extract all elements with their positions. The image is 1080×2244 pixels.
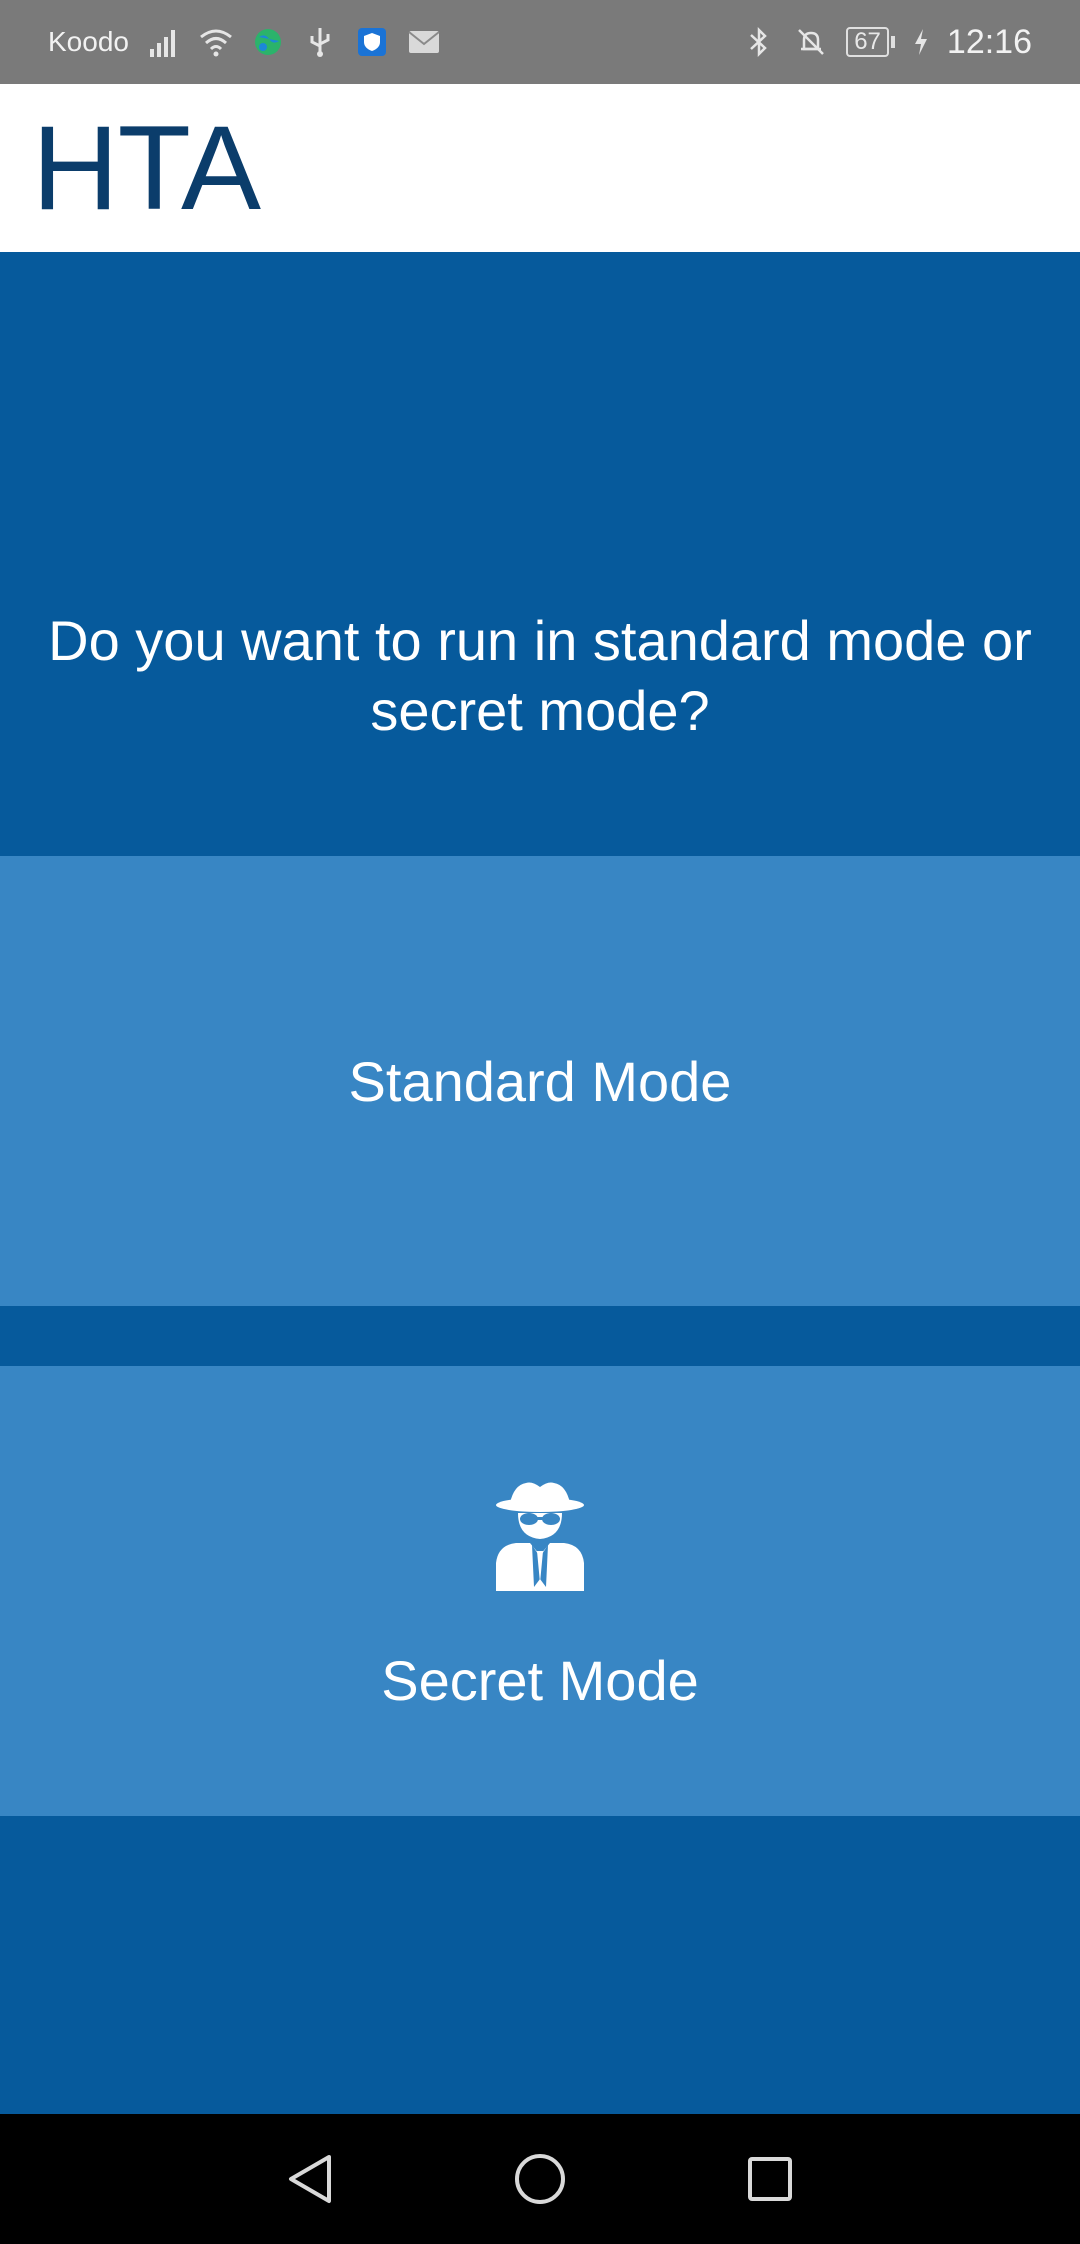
signal-icon: [147, 25, 181, 59]
bell-off-icon: [794, 25, 828, 59]
secret-mode-label: Secret Mode: [381, 1649, 699, 1712]
app-header: HTA: [0, 84, 1080, 252]
battery-icon: 67: [846, 27, 895, 57]
standard-mode-button[interactable]: Standard Mode: [0, 856, 1080, 1306]
usb-icon: [303, 25, 337, 59]
navigation-bar: [0, 2114, 1080, 2244]
mail-icon: [407, 25, 441, 59]
spy-icon: [492, 1479, 588, 1596]
bluetooth-icon: [742, 25, 776, 59]
status-bar: Koodo 67 12:16: [0, 0, 1080, 84]
back-icon[interactable]: [280, 2149, 340, 2209]
home-icon[interactable]: [510, 2149, 570, 2209]
app-title: HTA: [32, 101, 261, 235]
status-left: Koodo: [48, 25, 441, 59]
globe-icon: [251, 25, 285, 59]
recents-icon[interactable]: [740, 2149, 800, 2209]
secret-mode-button[interactable]: Secret Mode: [0, 1366, 1080, 1816]
shield-icon: [355, 25, 389, 59]
mode-prompt: Do you want to run in standard mode or s…: [0, 252, 1080, 856]
standard-mode-label: Standard Mode: [348, 1049, 732, 1113]
wifi-icon: [199, 25, 233, 59]
prompt-text: Do you want to run in standard mode or s…: [48, 609, 1032, 742]
status-right: 67 12:16: [742, 23, 1032, 62]
battery-level: 67: [846, 27, 889, 57]
carrier-label: Koodo: [48, 26, 129, 57]
charging-icon: [913, 25, 929, 59]
clock: 12:16: [946, 22, 1032, 61]
